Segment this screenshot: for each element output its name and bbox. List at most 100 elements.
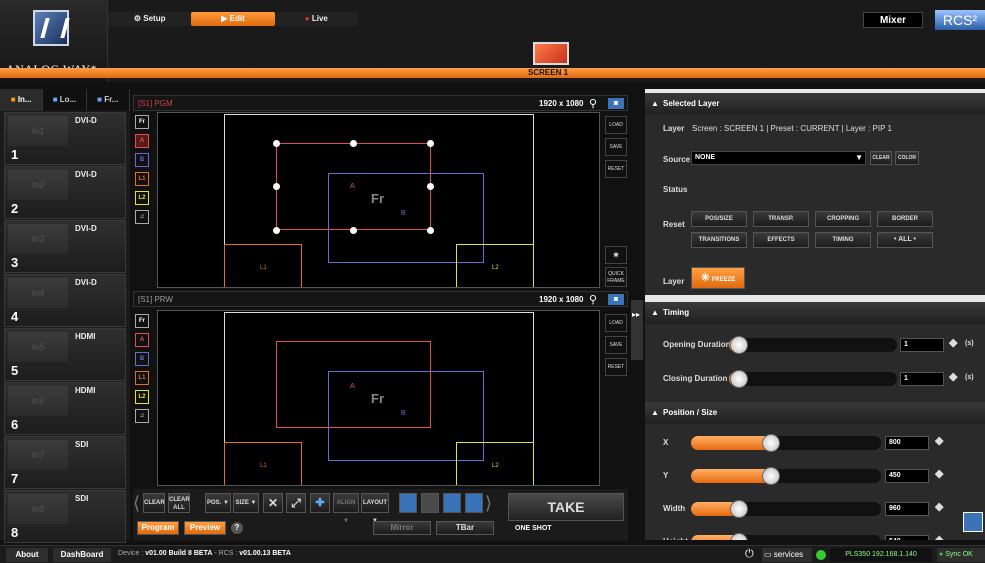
mode-edit[interactable]: ▶ Edit xyxy=(191,12,275,26)
reset-transitions-button[interactable]: TRANSITIONS xyxy=(691,232,747,248)
opening-duration-slider[interactable] xyxy=(729,338,897,352)
mode-setup[interactable]: ⚙ Setup xyxy=(108,12,191,26)
resize-handle[interactable] xyxy=(273,227,280,234)
center-icon[interactable]: ✚ xyxy=(310,493,330,513)
quick-frame-button[interactable]: QUICK FRAME xyxy=(605,267,627,287)
position-size-header[interactable]: ▲ Position / Size xyxy=(645,402,985,424)
about-button[interactable]: About xyxy=(6,548,48,562)
prw-reset-button[interactable]: RESET xyxy=(605,358,627,376)
resize-handle[interactable] xyxy=(427,183,434,190)
size-dropdown[interactable]: SIZE ▼ xyxy=(233,493,259,513)
resize-handle[interactable] xyxy=(427,140,434,147)
prw-audio-icon[interactable]: ♫ xyxy=(135,409,149,423)
services-button[interactable]: ▭ services xyxy=(762,548,812,562)
zoom-icon[interactable]: ⚲ xyxy=(589,292,597,308)
layer-forward-icon[interactable] xyxy=(421,493,439,513)
resize-handle[interactable] xyxy=(273,183,280,190)
camera-icon[interactable]: ◙ xyxy=(608,294,624,305)
position-row-slider[interactable] xyxy=(691,469,881,483)
prw-monitor[interactable]: A Fr B L1 L2 xyxy=(157,310,600,486)
input-card[interactable]: In8 SDI 8 xyxy=(4,490,126,543)
prw-layer-l2-window[interactable]: L2 xyxy=(456,442,534,485)
input-card[interactable]: In6 HDMI 6 xyxy=(4,382,126,435)
input-card[interactable]: In7 SDI 7 xyxy=(4,436,126,489)
fullscreen-icon[interactable]: ⤢ xyxy=(286,493,306,513)
pgm-layer-l1[interactable]: L1 xyxy=(135,172,149,186)
shrink-icon[interactable]: ✕ xyxy=(263,493,283,513)
position-row-slider[interactable] xyxy=(691,436,881,450)
input-card[interactable]: In3 DVI-D 3 xyxy=(4,220,126,273)
pos-dropdown[interactable]: POS. ▼ xyxy=(205,493,231,513)
freeze-button[interactable]: ✳ FREEZE xyxy=(691,267,745,289)
chevron-left-icon[interactable]: ⟨ xyxy=(133,493,140,514)
pgm-layer-b[interactable]: B xyxy=(135,153,149,167)
pgm-audio-icon[interactable]: ♫ xyxy=(135,210,149,224)
prw-layer-a[interactable]: A xyxy=(135,333,149,347)
layer-front-icon[interactable] xyxy=(399,493,417,513)
pgm-save-button[interactable]: SAVE xyxy=(605,138,627,156)
layer-backward-icon[interactable] xyxy=(443,493,461,513)
tab-logos[interactable]: ■ Lo... xyxy=(43,89,87,111)
zoom-icon[interactable]: ⚲ xyxy=(589,96,597,112)
clear-all-button[interactable]: CLEAR ALL xyxy=(168,493,190,513)
closing-duration-knob[interactable] xyxy=(730,370,749,388)
program-toggle[interactable]: Program xyxy=(137,521,179,535)
opening-duration-value[interactable]: 1 xyxy=(900,338,944,352)
input-card[interactable]: In4 DVI-D 4 xyxy=(4,274,126,327)
pgm-layer-fr[interactable]: Fr xyxy=(135,115,149,129)
reset-effects-button[interactable]: EFFECTS xyxy=(753,232,809,248)
pgm-reset-button[interactable]: RESET xyxy=(605,160,627,178)
position-row-value[interactable]: 450 xyxy=(885,469,929,483)
mixer-button[interactable]: Mixer xyxy=(863,12,923,28)
panel-collapse-handle[interactable]: ▸▸ xyxy=(631,300,643,360)
input-card[interactable]: In1 DVI-D 1 xyxy=(4,112,126,165)
pgm-layer-l2-window[interactable]: L2 xyxy=(456,244,534,287)
brightness-icon[interactable]: ✷ xyxy=(605,246,627,264)
resize-handle[interactable] xyxy=(350,227,357,234)
preview-toggle[interactable]: Preview xyxy=(184,521,226,535)
prw-layer-fr[interactable]: Fr xyxy=(135,314,149,328)
tab-inputs[interactable]: ■ In... xyxy=(0,89,44,111)
prw-layer-b[interactable]: B xyxy=(135,352,149,366)
prw-layer-l1[interactable]: L1 xyxy=(135,371,149,385)
input-card[interactable]: In5 HDMI 5 xyxy=(4,328,126,381)
mode-live[interactable]: ● Live xyxy=(275,12,358,26)
pgm-load-button[interactable]: LOAD xyxy=(605,116,627,134)
prw-layer-l2[interactable]: L2 xyxy=(135,390,149,404)
layer-back-icon[interactable] xyxy=(465,493,483,513)
chevron-right-icon[interactable]: ⟩ xyxy=(485,493,492,514)
tbar-button[interactable]: TBar xyxy=(436,521,494,535)
closing-duration-slider[interactable] xyxy=(729,372,897,386)
tab-frames[interactable]: ■ Fr... xyxy=(87,89,130,111)
reset-all-button[interactable]: • ALL • xyxy=(877,232,933,248)
pgm-layer-l2[interactable]: L2 xyxy=(135,191,149,205)
reset-transp-button[interactable]: TRANSP. xyxy=(753,211,809,227)
reset-timing-button[interactable]: TIMING xyxy=(815,232,871,248)
reset-border-button[interactable]: BORDER xyxy=(877,211,933,227)
closing-duration-value[interactable]: 1 xyxy=(900,372,944,386)
position-row-value[interactable]: 540 xyxy=(885,535,929,540)
align-dropdown[interactable]: ALIGN ▼ xyxy=(333,493,359,524)
closing-stepper-icon[interactable]: ◆ xyxy=(949,370,957,383)
prw-load-button[interactable]: LOAD xyxy=(605,314,627,332)
position-row-slider[interactable] xyxy=(691,502,881,516)
position-stepper-icon[interactable]: ◆ xyxy=(935,533,943,540)
pgm-monitor[interactable]: A Fr B L1 L2 xyxy=(157,112,600,288)
input-card[interactable]: In2 DVI-D 2 xyxy=(4,166,126,219)
pgm-layer-a[interactable]: A xyxy=(135,134,149,148)
layout-dropdown[interactable]: LAYOUT ▼ xyxy=(361,493,389,524)
pgm-layer-l1-window[interactable]: L1 xyxy=(224,244,302,287)
position-row-knob[interactable] xyxy=(761,467,780,485)
prw-layer-l1-window[interactable]: L1 xyxy=(224,442,302,485)
position-row-slider[interactable] xyxy=(691,535,881,540)
opening-stepper-icon[interactable]: ◆ xyxy=(949,336,957,349)
position-row-value[interactable]: 800 xyxy=(885,436,929,450)
position-stepper-icon[interactable]: ◆ xyxy=(935,500,943,513)
mirror-button[interactable]: Mirror xyxy=(373,521,431,535)
source-color-button[interactable]: COLOR xyxy=(895,151,919,165)
reset-pos-size-button[interactable]: POS/SIZE xyxy=(691,211,747,227)
source-clear-button[interactable]: CLEAR xyxy=(870,151,892,165)
opening-duration-knob[interactable] xyxy=(730,336,749,354)
prw-save-button[interactable]: SAVE xyxy=(605,336,627,354)
selected-layer-header[interactable]: ▲ Selected Layer xyxy=(645,93,985,115)
